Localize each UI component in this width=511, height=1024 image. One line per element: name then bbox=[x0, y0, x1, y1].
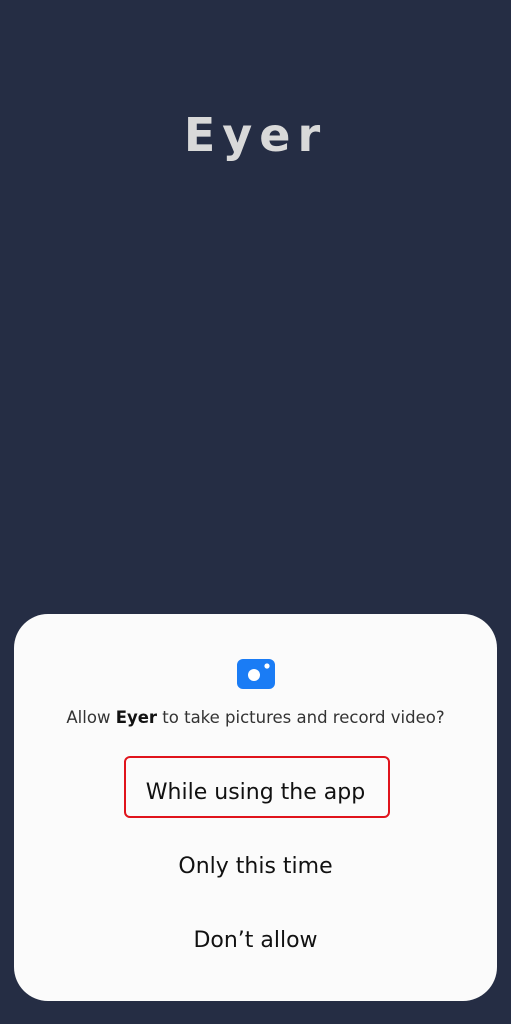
only-this-time-button[interactable]: Only this time bbox=[14, 854, 497, 879]
dont-allow-button[interactable]: Don’t allow bbox=[14, 928, 497, 953]
while-using-app-button[interactable]: While using the app bbox=[14, 780, 497, 805]
prompt-app-name: Eyer bbox=[115, 708, 158, 727]
app-logo: Eyer bbox=[183, 108, 328, 162]
camera-icon bbox=[237, 659, 275, 689]
permission-prompt: Allow Eyer to take pictures and record v… bbox=[14, 708, 497, 727]
prompt-suffix: to take pictures and record video? bbox=[157, 708, 445, 727]
prompt-prefix: Allow bbox=[66, 708, 116, 727]
permission-dialog: Allow Eyer to take pictures and record v… bbox=[14, 614, 497, 1001]
